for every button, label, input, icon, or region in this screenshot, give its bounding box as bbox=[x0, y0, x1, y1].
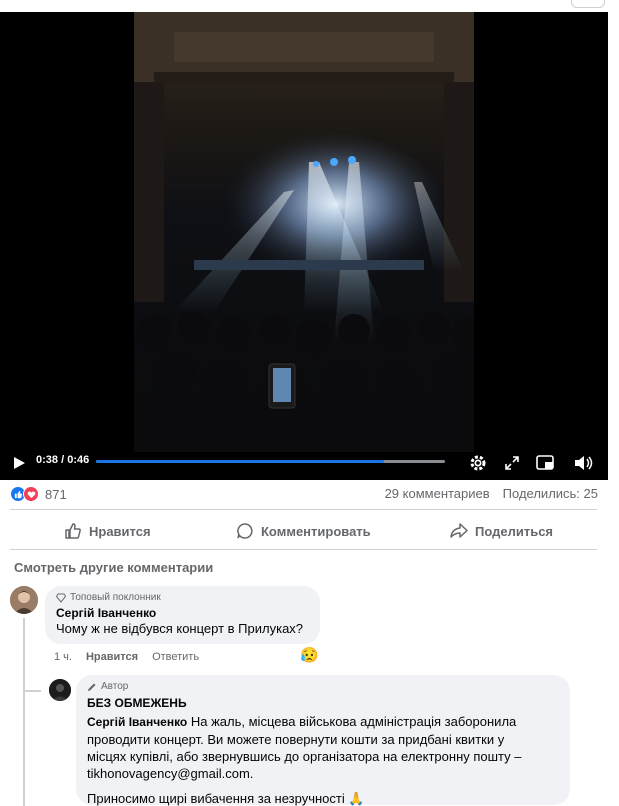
reply-line: проводити концерт. Ви можете повернути к… bbox=[87, 732, 505, 747]
play-icon bbox=[13, 457, 25, 469]
volume-button[interactable] bbox=[572, 448, 596, 478]
reaction-count: 871 bbox=[45, 486, 67, 502]
love-reaction-icon bbox=[23, 486, 39, 502]
play-button[interactable] bbox=[8, 448, 30, 478]
miniplayer-button[interactable] bbox=[533, 448, 557, 478]
comment-meta: 1 ч. Нравится Ответить bbox=[54, 651, 199, 663]
comment-reaction-emoji[interactable]: 😥 bbox=[300, 646, 319, 664]
expand-icon bbox=[505, 456, 519, 470]
like-label: Нравится bbox=[89, 523, 151, 539]
commenter-photo bbox=[10, 586, 38, 614]
comment-text: Чому ж не відбувся концерт в Прилуках? bbox=[56, 621, 304, 636]
share-icon bbox=[450, 523, 468, 538]
avatar[interactable] bbox=[49, 679, 71, 701]
diamond-icon bbox=[56, 593, 66, 603]
comment-icon bbox=[237, 523, 253, 539]
reply-line: На жаль, місцева військова адміністрація… bbox=[187, 714, 517, 729]
share-label: Поделиться bbox=[475, 523, 554, 539]
comment-author[interactable]: Сергій Іванченко bbox=[56, 606, 309, 620]
gear-icon bbox=[470, 455, 486, 471]
post-actions: Нравится Комментировать Поделиться bbox=[10, 516, 597, 546]
divider bbox=[10, 549, 597, 550]
pencil-icon bbox=[88, 683, 96, 691]
picture-in-picture-icon bbox=[536, 455, 554, 470]
email-link[interactable]: tikhonovagency@gmail.com. bbox=[87, 765, 559, 782]
time-separator: / bbox=[58, 454, 68, 466]
current-time: 0:38 bbox=[36, 454, 59, 466]
reply-bubble: Автор БЕЗ ОБМЕЖЕНЬ Сергій Іванченко На ж… bbox=[76, 675, 570, 806]
shares-count[interactable]: Поделились: 25 bbox=[503, 486, 598, 501]
top-strip bbox=[0, 0, 619, 12]
author-badge[interactable]: Автор bbox=[87, 681, 559, 692]
top-fan-badge[interactable]: Топовый поклонник bbox=[56, 592, 309, 603]
comment-label: Комментировать bbox=[261, 523, 371, 539]
thread-connector bbox=[23, 690, 41, 692]
volume-icon bbox=[575, 456, 593, 470]
video-time: 0:38 / 0:46 bbox=[36, 454, 89, 466]
badge-label: Автор bbox=[101, 681, 129, 692]
video-player[interactable]: 0:38 / 0:46 bbox=[0, 12, 608, 480]
reply-text: Сергій Іванченко На жаль, місцева військ… bbox=[87, 713, 559, 806]
progress-fill bbox=[96, 460, 385, 463]
see-more-comments-link[interactable]: Смотреть другие комментарии bbox=[14, 560, 213, 575]
reply-line: Приносимо щирі вибачення за незручності bbox=[87, 791, 345, 806]
like-button[interactable]: Нравится bbox=[64, 516, 151, 546]
page-avatar-image bbox=[49, 679, 71, 701]
thread-line bbox=[23, 618, 25, 806]
comment-button[interactable]: Комментировать bbox=[236, 516, 371, 546]
comment-like-button[interactable]: Нравится bbox=[86, 651, 138, 663]
share-button[interactable]: Поделиться bbox=[450, 516, 553, 546]
comment-time[interactable]: 1 ч. bbox=[54, 651, 72, 663]
concert-scene-image bbox=[134, 12, 474, 452]
reply-author[interactable]: БЕЗ ОБМЕЖЕНЬ bbox=[87, 696, 559, 710]
pray-emoji: 🙏 bbox=[348, 791, 365, 806]
settings-button[interactable] bbox=[466, 448, 490, 478]
duration: 0:46 bbox=[67, 454, 90, 466]
video-frame[interactable] bbox=[134, 12, 474, 452]
fullscreen-button[interactable] bbox=[501, 448, 523, 478]
divider bbox=[10, 509, 597, 510]
comment-bubble: Топовый поклонник Сергій Іванченко Чому … bbox=[45, 586, 320, 644]
thumbs-up-icon bbox=[65, 523, 81, 539]
post-stats: 871 29 комментариев Поделились: 25 bbox=[10, 486, 598, 506]
avatar[interactable] bbox=[10, 586, 38, 614]
comments-count[interactable]: 29 комментариев bbox=[385, 486, 490, 501]
comment-reply-button[interactable]: Ответить bbox=[152, 651, 199, 663]
reply-line: місцях купівлі, або звернувшись до орган… bbox=[87, 749, 522, 764]
reactions-summary[interactable]: 871 bbox=[10, 486, 67, 502]
badge-label: Топовый поклонник bbox=[70, 592, 161, 603]
corner-button[interactable] bbox=[571, 0, 605, 8]
mention-link[interactable]: Сергій Іванченко bbox=[87, 715, 187, 729]
video-controls: 0:38 / 0:46 bbox=[0, 448, 608, 480]
progress-bar[interactable] bbox=[96, 460, 445, 463]
